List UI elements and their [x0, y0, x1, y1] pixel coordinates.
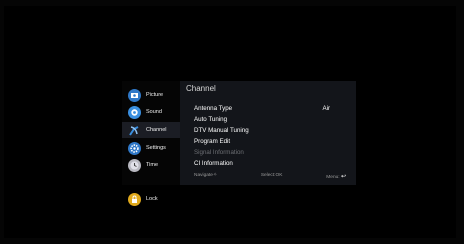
- sidebar-item-settings[interactable]: Settings: [128, 140, 178, 156]
- channel-panel: Channel Antenna Type Air Auto Tuning DTV…: [180, 81, 356, 185]
- panel-title: Channel: [186, 84, 216, 93]
- sidebar-item-label: Time: [146, 162, 159, 168]
- satellite-dish-icon: [128, 124, 141, 137]
- sidebar-item-label: Settings: [146, 145, 166, 151]
- sidebar-item-channel[interactable]: Channel: [122, 122, 180, 138]
- sidebar: Picture Sound Channel Settings Time: [122, 81, 180, 185]
- picture-icon: [128, 88, 141, 102]
- option-label: Signal Information: [194, 149, 244, 156]
- sidebar-item-label: Sound: [146, 109, 162, 115]
- channel-options-list: Antenna Type Air Auto Tuning DTV Manual …: [194, 103, 344, 169]
- clock-icon: [128, 158, 141, 172]
- tv-screen: Picture Sound Channel Settings Time Lock…: [4, 6, 456, 238]
- option-label: DTV Manual Tuning: [194, 127, 249, 134]
- option-program-edit[interactable]: Program Edit: [194, 136, 344, 147]
- option-antenna-type[interactable]: Antenna Type Air: [194, 103, 344, 114]
- option-dtv-manual-tuning[interactable]: DTV Manual Tuning: [194, 125, 344, 136]
- sidebar-item-sound[interactable]: Sound: [128, 104, 178, 120]
- key-hints: Navigate✧ Select:OK Menu: ↩: [194, 173, 346, 180]
- gear-icon: [128, 141, 141, 155]
- select-hint: Select:OK: [260, 173, 283, 178]
- menu-hint: Menu: ↩: [326, 174, 346, 180]
- sidebar-item-label: Picture: [146, 92, 164, 98]
- option-label: Auto Tuning: [194, 116, 228, 123]
- option-auto-tuning[interactable]: Auto Tuning: [194, 114, 344, 125]
- option-value: Air: [322, 105, 330, 112]
- sidebar-item-time[interactable]: Time: [128, 157, 178, 173]
- sidebar-item-lock[interactable]: Lock: [128, 191, 178, 207]
- back-arrow-icon: ↩: [340, 174, 346, 180]
- option-label: CI Information: [194, 160, 233, 167]
- lock-icon: [128, 192, 141, 206]
- option-label: Antenna Type: [194, 105, 233, 112]
- dpad-icon: ✧: [212, 173, 217, 178]
- sidebar-item-label: Channel: [146, 127, 167, 133]
- option-signal-information: Signal Information: [194, 147, 344, 158]
- navigate-hint: Navigate✧: [194, 173, 217, 178]
- option-label: Program Edit: [194, 138, 231, 145]
- option-ci-information[interactable]: CI Information: [194, 158, 344, 169]
- sound-icon: [128, 105, 141, 119]
- sidebar-item-label: Lock: [146, 196, 158, 202]
- sidebar-item-picture[interactable]: Picture: [128, 87, 178, 103]
- settings-menu: Picture Sound Channel Settings Time Lock…: [122, 81, 356, 206]
